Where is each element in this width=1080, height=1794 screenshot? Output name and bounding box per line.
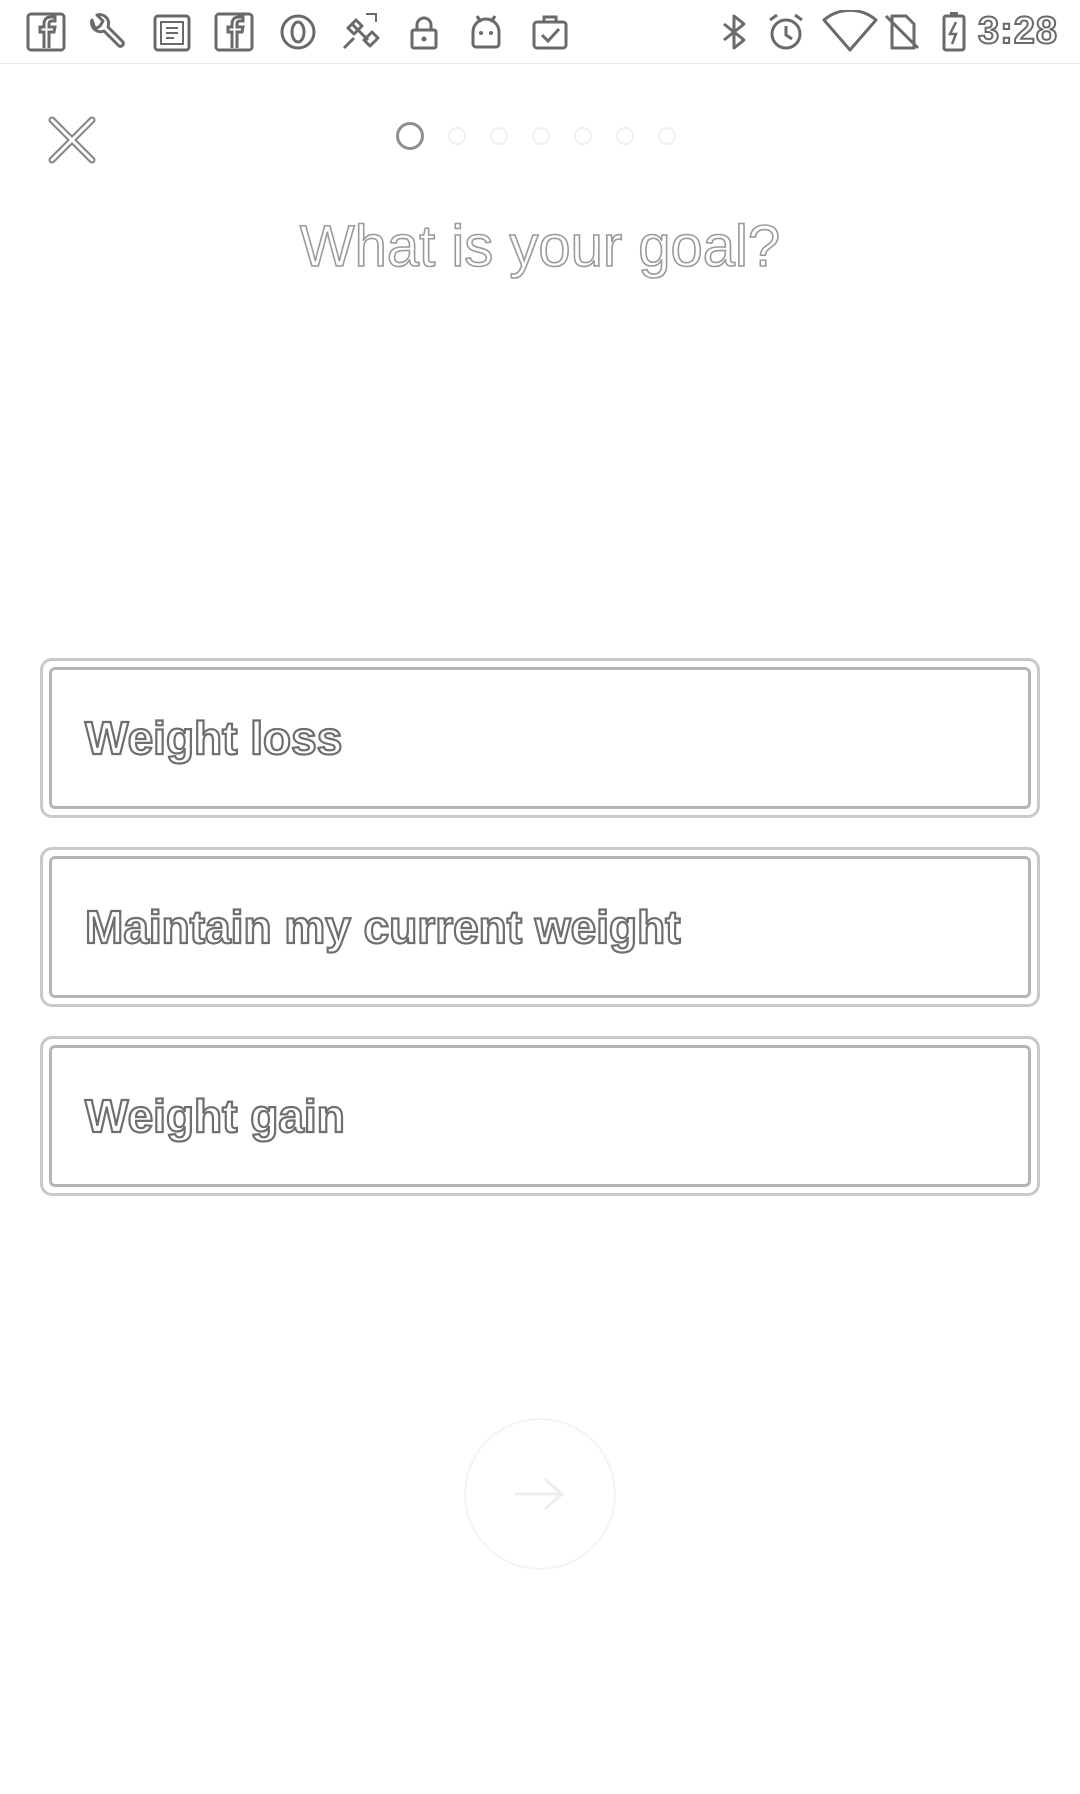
- clipboard-check-icon: [528, 10, 572, 54]
- progress-dot: [574, 127, 592, 145]
- status-time: 3:28: [977, 9, 1058, 53]
- option-label: Weight loss: [84, 711, 343, 765]
- option-label: Weight gain: [84, 1089, 346, 1143]
- next-button[interactable]: [464, 1418, 616, 1570]
- facebook-icon: [24, 10, 68, 54]
- goal-options: Weight loss Maintain my current weight W…: [40, 658, 1040, 1225]
- android-icon: [464, 10, 508, 54]
- wifi-icon: [822, 10, 878, 54]
- arrow-right-icon: [514, 1478, 564, 1510]
- option-weight-gain[interactable]: Weight gain: [40, 1036, 1040, 1196]
- status-bar: 3:28: [0, 0, 1080, 64]
- close-button[interactable]: [44, 112, 100, 168]
- page-title: What is your goal?: [299, 213, 781, 280]
- no-sim-icon: [880, 10, 924, 54]
- satellite-icon: [338, 10, 382, 54]
- progress-dot: [448, 127, 466, 145]
- progress-dot: [658, 127, 676, 145]
- progress-dot: [616, 127, 634, 145]
- wrench-icon: [84, 10, 128, 54]
- option-maintain-weight[interactable]: Maintain my current weight: [40, 847, 1040, 1007]
- option-weight-loss[interactable]: Weight loss: [40, 658, 1040, 818]
- bluetooth-icon: [712, 10, 756, 54]
- progress-dot: [490, 127, 508, 145]
- progress-dot-active: [396, 122, 424, 150]
- battery-charging-icon: [932, 10, 976, 54]
- opera-icon: [276, 10, 320, 54]
- option-label: Maintain my current weight: [84, 900, 682, 954]
- facebook-icon: [212, 10, 256, 54]
- calendar-app-icon: [150, 10, 194, 54]
- close-icon: [48, 116, 96, 164]
- lock-icon: [402, 10, 446, 54]
- progress-dot: [532, 127, 550, 145]
- alarm-icon: [764, 10, 808, 54]
- progress-indicator: [396, 122, 700, 150]
